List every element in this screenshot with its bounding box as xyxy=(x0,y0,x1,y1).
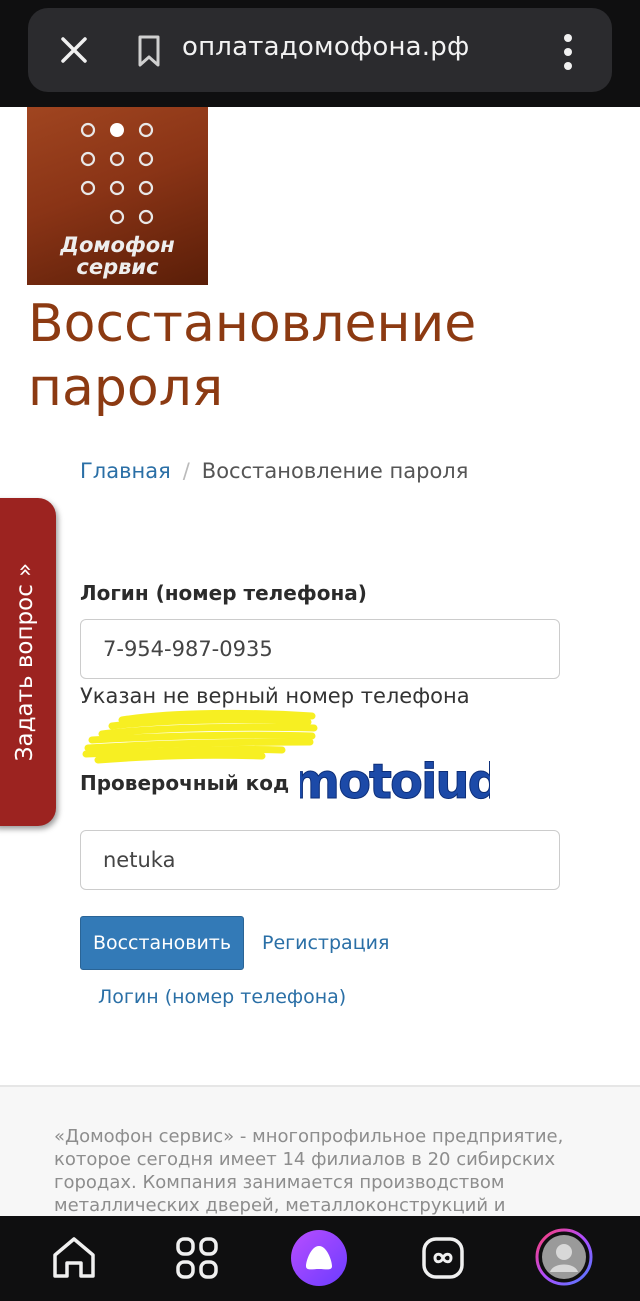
captcha-label: Проверочный код xyxy=(80,771,290,795)
close-icon[interactable] xyxy=(54,30,94,70)
ask-question-tab[interactable]: Задать вопрос » xyxy=(0,498,56,826)
profile-avatar-icon[interactable] xyxy=(535,1228,593,1286)
restore-button[interactable]: Восстановить xyxy=(80,916,244,970)
bottom-navigation xyxy=(0,1216,640,1301)
login-input[interactable]: 7-954-987-0935 xyxy=(80,619,560,679)
logo-text-line2: сервис xyxy=(76,255,159,279)
footer-description: «Домофон сервис» - многопрофильное предп… xyxy=(54,1126,564,1216)
bookmark-icon[interactable] xyxy=(134,34,164,68)
alice-assistant-icon[interactable] xyxy=(290,1229,348,1287)
keypad-dots-icon xyxy=(80,122,154,225)
ask-question-label: Задать вопрос » xyxy=(12,562,38,762)
code-input[interactable]: netuka xyxy=(80,830,560,890)
page-title-line1: Восстановление xyxy=(28,294,477,354)
more-icon[interactable] xyxy=(554,28,582,76)
error-message: Указан не верный номер телефона xyxy=(80,684,470,708)
register-link[interactable]: Регистрация xyxy=(262,932,389,954)
breadcrumb: Главная / Восстановление пароля xyxy=(80,459,468,483)
page-title-line2: пароля xyxy=(28,358,224,418)
captcha-image: motoiud xyxy=(300,754,490,809)
redaction-scribble xyxy=(82,709,318,764)
home-icon[interactable] xyxy=(46,1230,102,1286)
site-logo[interactable]: Домофон сервис xyxy=(27,107,208,285)
apps-grid-icon[interactable] xyxy=(169,1230,225,1286)
browser-toolbar: оплатадомофона.рф xyxy=(0,0,640,107)
breadcrumb-separator: / xyxy=(182,459,190,483)
breadcrumb-current: Восстановление пароля xyxy=(201,459,469,483)
url-text[interactable]: оплатадомофона.рф xyxy=(182,32,469,62)
login-label: Логин (номер телефона) xyxy=(80,581,367,605)
login-link[interactable]: Логин (номер телефона) xyxy=(98,986,346,1008)
captcha-text: motoiud xyxy=(300,754,490,808)
breadcrumb-home-link[interactable]: Главная xyxy=(80,459,171,483)
address-bar[interactable]: оплатадомофона.рф xyxy=(28,8,612,92)
page-title: Восстановление пароля xyxy=(28,292,588,420)
logo-text-line1: Домофон xyxy=(60,233,175,257)
infinity-icon[interactable] xyxy=(415,1230,471,1286)
